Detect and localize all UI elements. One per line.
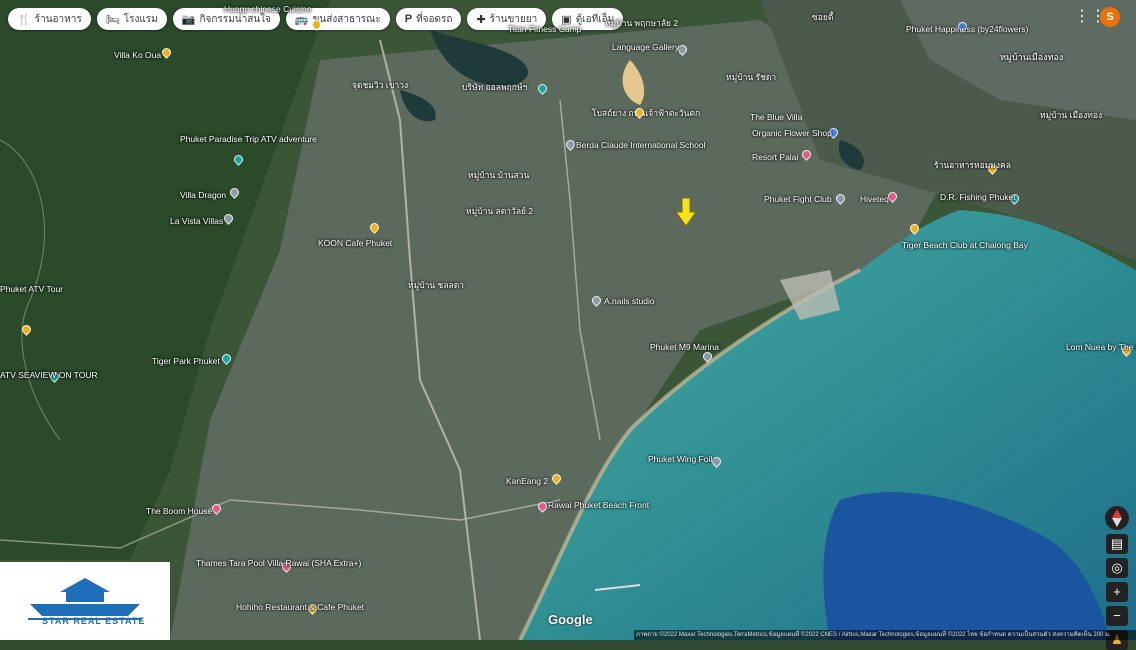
restaurant-icon: 🍴 — [17, 13, 31, 26]
compass-icon[interactable] — [1105, 506, 1129, 530]
location-arrow-marker[interactable] — [676, 198, 696, 226]
pharmacy-icon: ✚ — [476, 13, 486, 26]
satellite-map[interactable] — [0, 0, 1136, 640]
atm-icon: ▣ — [561, 13, 572, 26]
chip-parking[interactable]: P ที่จอดรถ — [395, 8, 462, 30]
map-attribution[interactable]: ภาพถ่าย ©2022 Maxar Technologies,TerraMe… — [634, 630, 1136, 640]
account-avatar[interactable]: S — [1100, 7, 1120, 27]
zoom-in-button[interactable]: + — [1106, 582, 1128, 602]
zoom-out-button[interactable]: − — [1106, 606, 1128, 626]
google-logo: Google — [548, 612, 593, 627]
map-controls: ▤ ◎ + − ♟ — [1104, 506, 1130, 650]
brand-logo: STAR REAL ESTATE — [0, 562, 170, 640]
parking-icon: P — [404, 13, 413, 25]
apps-grid-icon[interactable]: ⋮⋮ — [1074, 8, 1106, 26]
hotel-icon: 🛏 — [105, 13, 120, 26]
brand-name: STAR REAL ESTATE — [42, 616, 146, 626]
chip-transit[interactable]: 🚌 ขนส่งสาธารณะ — [285, 8, 390, 30]
chip-attractions[interactable]: 📷 กิจกรรมน่าสนใจ — [172, 8, 280, 30]
camera-icon: 📷 — [181, 13, 196, 26]
transit-icon: 🚌 — [294, 13, 309, 26]
chip-hotels[interactable]: 🛏 โรงแรม — [96, 8, 167, 30]
house-boat-logo-icon — [28, 578, 142, 620]
layers-button[interactable]: ▤ — [1106, 534, 1128, 554]
chip-atm[interactable]: ▣ ตู้เอทีเอ็ม — [552, 8, 624, 30]
chip-restaurants[interactable]: 🍴 ร้านอาหาร — [8, 8, 91, 30]
my-location-button[interactable]: ◎ — [1106, 558, 1128, 578]
chip-pharmacy[interactable]: ✚ ร้านขายยา — [467, 8, 547, 30]
